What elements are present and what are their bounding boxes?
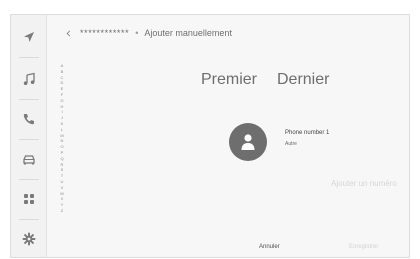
- sidebar-divider: [19, 139, 39, 140]
- index-letter[interactable]: G: [57, 98, 67, 103]
- sidebar: [11, 15, 47, 257]
- music-note-icon: [23, 72, 35, 85]
- index-letter[interactable]: W: [57, 191, 67, 196]
- alphabet-index[interactable]: A B C D E F G H I J K L M N O P Q R S T …: [57, 63, 67, 213]
- vehicle-button[interactable]: [11, 141, 47, 177]
- page-title: Ajouter manuellement: [144, 28, 232, 38]
- phone-type-label: Autre: [285, 141, 297, 147]
- contact-name: ************: [80, 28, 130, 38]
- add-number-button[interactable]: Ajouter un numéro: [331, 179, 397, 188]
- index-letter[interactable]: K: [57, 121, 67, 126]
- settings-button[interactable]: [11, 221, 47, 257]
- phone-number-label[interactable]: Phone number 1: [285, 130, 329, 136]
- navigation-button[interactable]: [11, 19, 47, 55]
- index-letter[interactable]: J: [57, 115, 67, 120]
- last-name-field[interactable]: Dernier: [277, 71, 329, 89]
- index-letter[interactable]: L: [57, 127, 67, 132]
- chevron-left-icon: [66, 30, 70, 36]
- first-name-field[interactable]: Premier: [201, 71, 257, 89]
- breadcrumb: ************ • Ajouter manuellement: [48, 15, 409, 51]
- sidebar-divider: [19, 57, 39, 58]
- index-letter[interactable]: M: [57, 133, 67, 138]
- index-letter[interactable]: C: [57, 75, 67, 80]
- index-letter[interactable]: T: [57, 173, 67, 178]
- index-letter[interactable]: R: [57, 162, 67, 167]
- index-letter[interactable]: B: [57, 69, 67, 74]
- index-letter[interactable]: U: [57, 179, 67, 184]
- back-button[interactable]: [62, 27, 74, 39]
- index-letter[interactable]: X: [57, 196, 67, 201]
- apps-button[interactable]: [11, 181, 47, 217]
- gear-icon: [22, 232, 36, 246]
- avatar[interactable]: [229, 123, 267, 161]
- cancel-button[interactable]: Annuler: [259, 244, 280, 250]
- index-letter[interactable]: P: [57, 150, 67, 155]
- phone-button[interactable]: [11, 101, 47, 137]
- index-letter[interactable]: I: [57, 109, 67, 114]
- apps-grid-icon: [24, 194, 34, 204]
- index-letter[interactable]: H: [57, 104, 67, 109]
- index-letter[interactable]: Q: [57, 156, 67, 161]
- phone-icon: [23, 114, 34, 125]
- index-letter[interactable]: O: [57, 144, 67, 149]
- breadcrumb-separator: •: [135, 28, 139, 38]
- index-letter[interactable]: Y: [57, 202, 67, 207]
- sidebar-divider: [19, 179, 39, 180]
- index-letter[interactable]: S: [57, 167, 67, 172]
- person-icon: [241, 134, 255, 150]
- index-letter[interactable]: F: [57, 92, 67, 97]
- car-icon: [23, 155, 35, 165]
- save-button[interactable]: Enregistrer: [349, 244, 378, 250]
- index-letter[interactable]: D: [57, 80, 67, 85]
- index-letter[interactable]: E: [57, 86, 67, 91]
- music-button[interactable]: [11, 61, 47, 97]
- index-letter[interactable]: V: [57, 185, 67, 190]
- sidebar-divider: [19, 99, 39, 100]
- screen: ************ • Ajouter manuellement A B …: [10, 14, 410, 258]
- index-letter[interactable]: Z: [57, 208, 67, 213]
- navigation-arrow-icon: [24, 32, 34, 42]
- index-letter[interactable]: N: [57, 138, 67, 143]
- index-letter[interactable]: A: [57, 63, 67, 68]
- sidebar-divider: [19, 219, 39, 220]
